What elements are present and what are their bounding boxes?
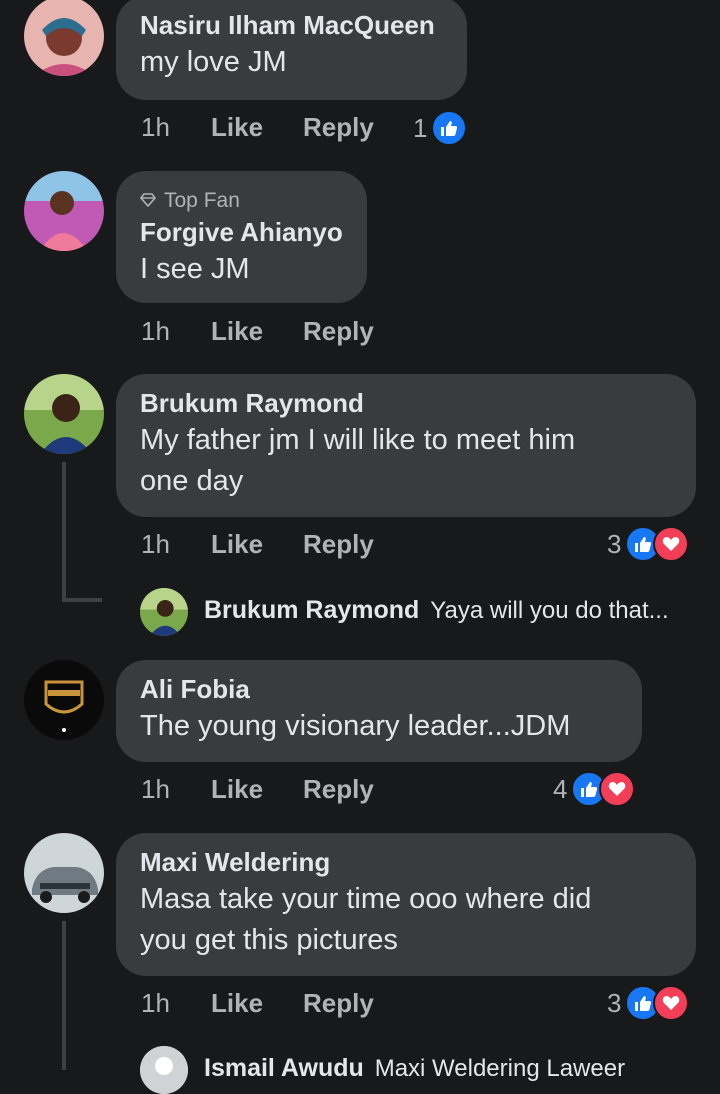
- reply-button[interactable]: Reply: [303, 988, 374, 1019]
- reaction-count: 3: [607, 987, 622, 1018]
- avatar[interactable]: [140, 1046, 188, 1094]
- like-button[interactable]: Like: [211, 529, 303, 560]
- avatar[interactable]: [24, 171, 104, 251]
- reply-button[interactable]: Reply: [303, 774, 374, 805]
- comment-actions: 1h Like Reply: [141, 316, 374, 347]
- comment-bubble: Nasiru Ilham MacQueen my love JM: [116, 0, 467, 100]
- like-button[interactable]: Like: [211, 112, 303, 143]
- reply-button[interactable]: Reply: [303, 316, 374, 347]
- thread-line: [62, 921, 66, 1070]
- commenter-name[interactable]: Maxi Weldering: [140, 845, 672, 879]
- comment-actions: 1h Like Reply: [141, 774, 374, 805]
- like-button[interactable]: Like: [211, 316, 303, 347]
- love-icon: [653, 985, 690, 1021]
- comment-bubble: Maxi Weldering Masa take your time ooo w…: [116, 833, 696, 976]
- reply-preview[interactable]: Brukum Raymond Yaya will you do that...: [204, 596, 669, 625]
- avatar[interactable]: [24, 0, 104, 76]
- like-button[interactable]: Like: [211, 988, 303, 1019]
- reply-author[interactable]: Ismail Awudu: [204, 1054, 364, 1082]
- comment-time[interactable]: 1h: [141, 112, 211, 143]
- comment-actions: 1h Like Reply: [141, 988, 374, 1019]
- like-icon: [431, 110, 468, 146]
- comment-text: my love JM: [140, 46, 287, 78]
- comment-text: one day: [140, 465, 244, 497]
- reaction-count: 1: [413, 112, 428, 143]
- avatar[interactable]: [24, 833, 104, 913]
- commenter-name[interactable]: Forgive Ahianyo: [140, 215, 343, 249]
- reaction-summary[interactable]: 4: [553, 771, 636, 807]
- comment-bubble: Ali Fobia The young visionary leader...J…: [116, 660, 642, 762]
- comment-text: Masa take your time ooo where did: [140, 883, 592, 915]
- reply-snippet: Maxi Weldering Laweer: [374, 1055, 626, 1082]
- comment-actions: 1h Like Reply: [141, 529, 374, 560]
- reaction-summary[interactable]: 1: [413, 110, 468, 146]
- comment-time[interactable]: 1h: [141, 774, 211, 805]
- reply-preview[interactable]: Ismail Awudu Maxi Weldering Laweer: [204, 1054, 625, 1083]
- thread-line: [62, 598, 102, 602]
- love-icon: [599, 771, 636, 807]
- commenter-name[interactable]: Ali Fobia: [140, 672, 618, 706]
- reply-snippet: Yaya will you do that...: [430, 597, 669, 624]
- top-fan-badge: Top Fan: [139, 187, 343, 215]
- comment-time[interactable]: 1h: [141, 988, 211, 1019]
- comment-text: My father jm I will like to meet him: [140, 424, 576, 456]
- reply-button[interactable]: Reply: [303, 529, 374, 560]
- comment-time[interactable]: 1h: [141, 316, 211, 347]
- diamond-icon: [139, 187, 157, 215]
- commenter-name[interactable]: Nasiru Ilham MacQueen: [140, 8, 443, 42]
- reaction-count: 4: [553, 773, 568, 804]
- reaction-count: 3: [607, 528, 622, 559]
- reply-button[interactable]: Reply: [303, 112, 374, 143]
- avatar[interactable]: [140, 588, 188, 636]
- avatar[interactable]: [24, 374, 104, 454]
- like-button[interactable]: Like: [211, 774, 303, 805]
- reply-author[interactable]: Brukum Raymond: [204, 596, 419, 624]
- comment-actions: 1h Like Reply: [141, 112, 374, 143]
- avatar[interactable]: [24, 660, 104, 740]
- comment-text: I see JM: [140, 253, 250, 285]
- comment-text: you get this pictures: [140, 924, 398, 956]
- commenter-name[interactable]: Brukum Raymond: [140, 386, 672, 420]
- reaction-summary[interactable]: 3: [607, 985, 690, 1021]
- comment-bubble: Top Fan Forgive Ahianyo I see JM: [116, 171, 367, 303]
- comment-time[interactable]: 1h: [141, 529, 211, 560]
- thread-line: [62, 462, 66, 602]
- comment-text: The young visionary leader...JDM: [140, 710, 571, 742]
- reaction-summary[interactable]: 3: [607, 526, 690, 562]
- comment-bubble: Brukum Raymond My father jm I will like …: [116, 374, 696, 517]
- badge-label: Top Fan: [164, 189, 240, 212]
- love-icon: [653, 526, 690, 562]
